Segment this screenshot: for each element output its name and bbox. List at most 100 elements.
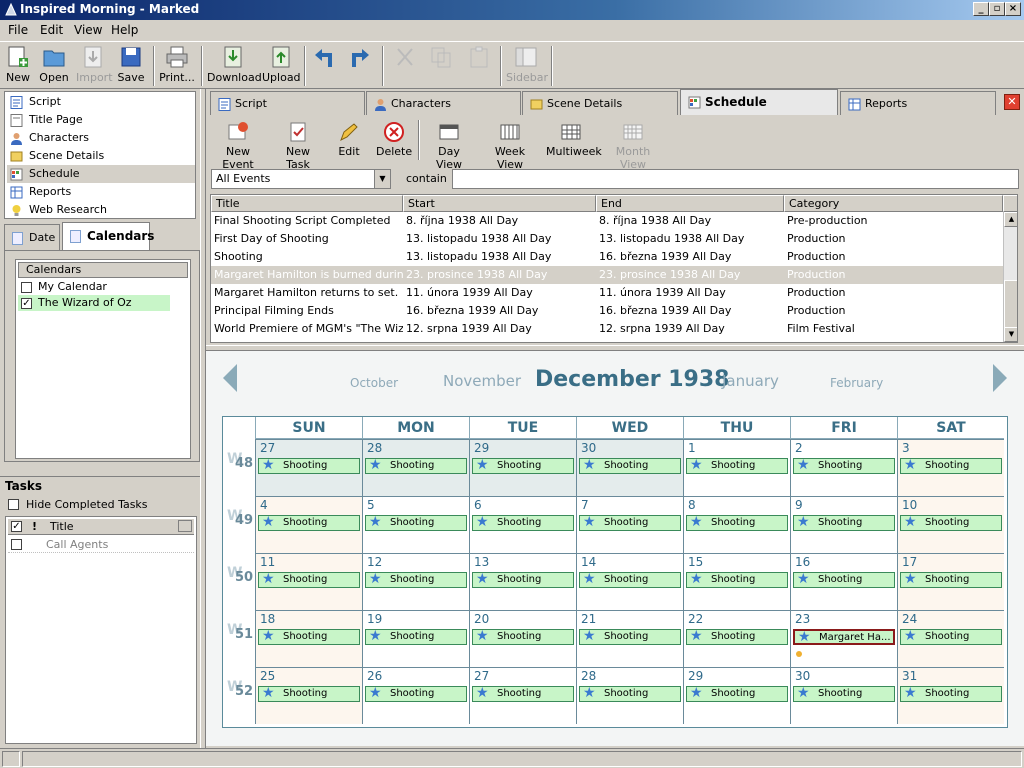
table-row[interactable]: World Premiere of MGM's "The Wiza... 12. …	[211, 320, 1003, 338]
table-row[interactable]: Principal Filming Ends 16. března 1939 Al…	[211, 302, 1003, 320]
day-cell[interactable]: 29 ★ Shooting	[683, 667, 790, 724]
calendar-item-wizard-of-oz[interactable]: ✓ The Wizard of Oz	[18, 295, 170, 311]
day-number[interactable]: 8	[688, 498, 696, 512]
day-cell[interactable]: 28 ★ Shooting	[362, 439, 469, 496]
menu-view[interactable]: View	[74, 23, 102, 37]
new-event-button[interactable]: New Event	[210, 121, 266, 171]
print-button[interactable]: Print...	[159, 45, 195, 84]
day-number[interactable]: 2	[795, 441, 803, 455]
day-cell[interactable]: 21 ★ Shooting	[576, 610, 683, 667]
day-cell[interactable]: 27 ★ Shooting	[255, 439, 362, 496]
day-number[interactable]: 23	[795, 612, 810, 626]
tab-calendars[interactable]: Calendars	[62, 222, 154, 250]
next-month-arrow-icon[interactable]	[993, 364, 1007, 392]
column-header-title[interactable]: Title	[211, 195, 403, 212]
calendar-event[interactable]: ★ Shooting	[258, 458, 360, 474]
task-priority-column[interactable]: !	[32, 520, 37, 533]
calendar-event[interactable]: ★ Shooting	[472, 686, 574, 702]
day-cell[interactable]: 15 ★ Shooting	[683, 553, 790, 610]
menu-file[interactable]: File	[8, 23, 28, 37]
tab-reports[interactable]: Reports	[840, 91, 996, 115]
calendar-event[interactable]: ★ Shooting	[793, 572, 895, 588]
calendar-event[interactable]: ★ Shooting	[472, 458, 574, 474]
day-number[interactable]: 25	[260, 669, 275, 683]
day-number[interactable]: 1	[688, 441, 696, 455]
sidebar-button[interactable]: Sidebar	[506, 45, 548, 84]
table-scrollbar[interactable]: ▲ ▼	[1003, 212, 1017, 342]
tab-scene-details[interactable]: Scene Details	[522, 91, 678, 115]
day-number[interactable]: 27	[474, 669, 489, 683]
calendars-header[interactable]: Calendars	[18, 262, 188, 278]
save-button[interactable]: Save	[117, 45, 145, 84]
menu-edit[interactable]: Edit	[40, 23, 63, 37]
calendar-event[interactable]: ★ Shooting	[258, 629, 360, 645]
day-cell[interactable]: 10 ★ Shooting	[897, 496, 1004, 553]
column-header-start[interactable]: Start	[403, 195, 596, 212]
calendar-event[interactable]: ★ Shooting	[472, 629, 574, 645]
event-filter-select[interactable]: All Events ▼	[211, 169, 391, 189]
calendar-event[interactable]: ★ Shooting	[258, 686, 360, 702]
table-row[interactable]: Shooting 13. listopadu 1938 All Day 16. bř…	[211, 248, 1003, 266]
day-number[interactable]: 14	[581, 555, 596, 569]
calendar-event[interactable]: ★ Shooting	[900, 572, 1002, 588]
copy-button[interactable]	[428, 45, 454, 71]
task-title-column[interactable]: Title	[50, 520, 74, 533]
day-number[interactable]: 28	[367, 441, 382, 455]
day-number[interactable]: 15	[688, 555, 703, 569]
redo-button[interactable]	[347, 45, 373, 71]
day-cell[interactable]: 16 ★ Shooting	[790, 553, 897, 610]
day-number[interactable]: 12	[367, 555, 382, 569]
day-number[interactable]: 20	[474, 612, 489, 626]
cut-button[interactable]	[392, 45, 418, 71]
calendar-event[interactable]: ★ Shooting	[579, 572, 681, 588]
minimize-button[interactable]: _	[973, 2, 989, 16]
scroll-up-icon[interactable]: ▲	[1004, 212, 1017, 227]
multiweek-button[interactable]: Multiweek	[546, 121, 602, 158]
day-cell[interactable]: 30 ★ Shooting	[790, 667, 897, 724]
month-link-february[interactable]: February	[830, 376, 883, 390]
nav-item-schedule[interactable]: Schedule	[7, 165, 195, 183]
calendar-event[interactable]: ★ Shooting	[793, 515, 895, 531]
day-number[interactable]: 27	[260, 441, 275, 455]
table-row[interactable]: First Day of Shooting 13. listopadu 1938 …	[211, 230, 1003, 248]
day-number[interactable]: 28	[581, 669, 596, 683]
calendar-event[interactable]: ★ Shooting	[793, 458, 895, 474]
day-cell[interactable]: 24 ★ Shooting	[897, 610, 1004, 667]
month-view-button[interactable]: Month View	[604, 121, 662, 171]
day-number[interactable]: 5	[367, 498, 375, 512]
calendar-event[interactable]: ★ Shooting	[579, 515, 681, 531]
day-number[interactable]: 9	[795, 498, 803, 512]
column-header-end[interactable]: End	[596, 195, 784, 212]
column-header-category[interactable]: Category	[784, 195, 1003, 212]
tab-date[interactable]: Date	[4, 224, 60, 250]
menu-help[interactable]: Help	[111, 23, 138, 37]
day-cell[interactable]: 6 ★ Shooting	[469, 496, 576, 553]
hide-completed-checkbox[interactable]	[8, 499, 19, 510]
day-cell[interactable]: 26 ★ Shooting	[362, 667, 469, 724]
calendar-event[interactable]: ★ Shooting	[686, 515, 788, 531]
day-cell[interactable]: 29 ★ Shooting	[469, 439, 576, 496]
close-tab-button[interactable]: ✕	[1004, 94, 1020, 110]
day-cell[interactable]: 2 ★ Shooting	[790, 439, 897, 496]
dropdown-arrow-icon[interactable]: ▼	[374, 170, 390, 188]
day-number[interactable]: 18	[260, 612, 275, 626]
calendar-event[interactable]: ★ Shooting	[365, 515, 467, 531]
calendar-event[interactable]: ★ Shooting	[579, 458, 681, 474]
day-cell[interactable]: 28 ★ Shooting	[576, 667, 683, 724]
day-number[interactable]: 13	[474, 555, 489, 569]
day-number[interactable]: 21	[581, 612, 596, 626]
calendar-event[interactable]: ★ Shooting	[579, 629, 681, 645]
day-cell[interactable]: 12 ★ Shooting	[362, 553, 469, 610]
upload-button[interactable]: Upload	[262, 45, 301, 84]
calendar-event-highlighted[interactable]: ★ Margaret Ha...	[793, 629, 895, 645]
calendar-event[interactable]: ★ Shooting	[686, 686, 788, 702]
day-number[interactable]: 3	[902, 441, 910, 455]
open-button[interactable]: Open	[38, 45, 70, 84]
task-row[interactable]: Call Agents	[8, 537, 194, 553]
day-cell[interactable]: 31 ★ Shooting	[897, 667, 1004, 724]
calendar-event[interactable]: ★ Shooting	[365, 629, 467, 645]
month-link-october[interactable]: October	[350, 376, 398, 390]
day-cell[interactable]: 9 ★ Shooting	[790, 496, 897, 553]
task-done-column[interactable]: ✓	[11, 521, 22, 532]
calendar-event[interactable]: ★ Shooting	[900, 515, 1002, 531]
